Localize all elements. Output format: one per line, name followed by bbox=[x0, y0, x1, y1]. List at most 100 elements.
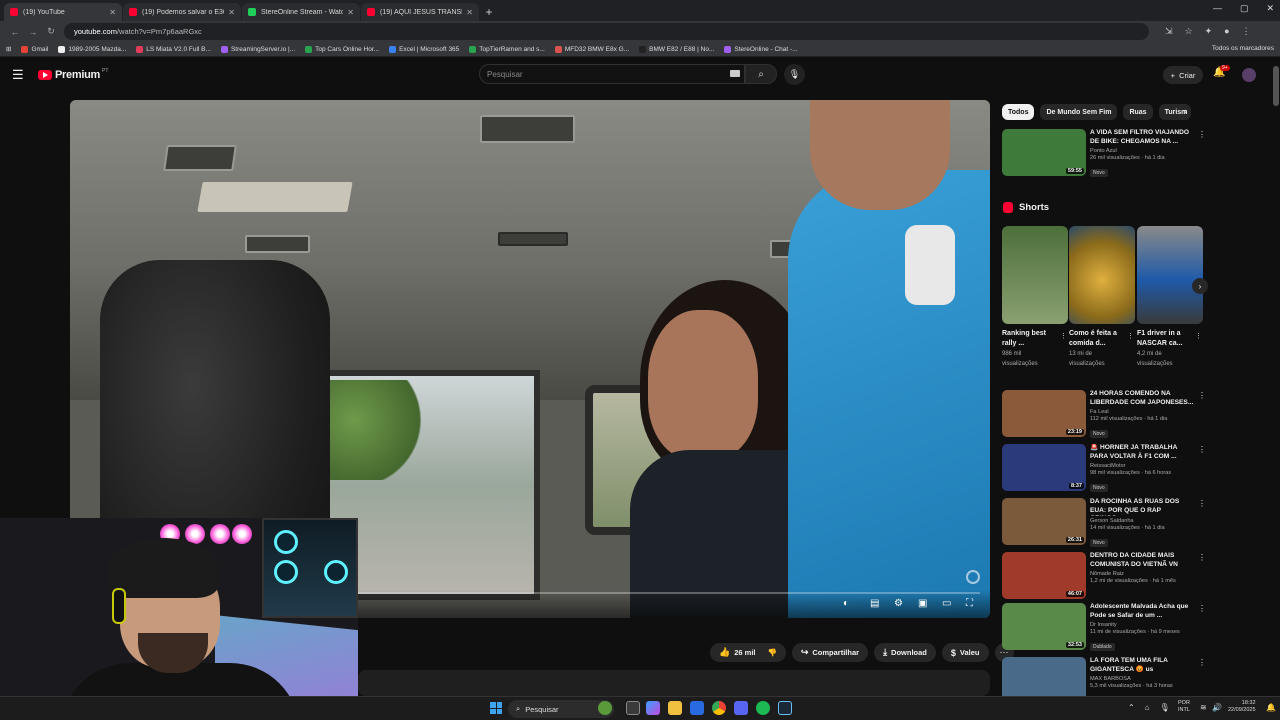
video-thumbnail[interactable]: 26:31 bbox=[1002, 498, 1086, 545]
more-options-icon[interactable]: ⋮ bbox=[1060, 332, 1067, 340]
windows-start-icon[interactable] bbox=[490, 702, 502, 714]
profile-icon[interactable]: ● bbox=[1224, 26, 1229, 37]
list-item[interactable]: 23:19 24 HORAS COMENDO NA LIBERDADE COM … bbox=[1002, 390, 1206, 439]
channel-name[interactable]: Dr Insanity bbox=[1090, 622, 1194, 628]
list-item[interactable]: 59:55 A VIDA SEM FILTRO VIAJANDO DE BIKE… bbox=[1002, 129, 1206, 178]
browser-tab[interactable]: (19) Podemos salvar o E36 de F ✕ bbox=[123, 3, 241, 21]
volume-icon[interactable]: 🔊 bbox=[1212, 703, 1222, 712]
list-item[interactable]: 32:53 Adolescente Malvada Acha que Pode … bbox=[1002, 603, 1206, 652]
widgets-icon[interactable] bbox=[598, 701, 612, 715]
file-explorer-icon[interactable] bbox=[668, 701, 682, 715]
bookmark[interactable]: LS Miata V2.0 Full B... bbox=[136, 45, 211, 53]
video-title[interactable]: Adolescente Malvada Acha que Pode se Saf… bbox=[1090, 603, 1194, 620]
short-item[interactable]: Ranking best rally ... 986 mil visualiza… bbox=[1002, 226, 1068, 369]
chevron-up-icon[interactable]: ⌃ bbox=[1128, 703, 1135, 712]
video-title[interactable]: 🚨 HORNER JÁ TRABALHA PARA VOLTAR À F1 CO… bbox=[1090, 444, 1194, 461]
short-title[interactable]: F1 driver in a NASCAR ca... bbox=[1137, 329, 1193, 349]
download-button[interactable]: ⤓ Download bbox=[874, 643, 936, 662]
menu-hamburger-icon[interactable]: ☰ bbox=[12, 67, 28, 83]
install-app-icon[interactable]: ⇲ bbox=[1165, 26, 1173, 37]
browser-tab[interactable]: (19) AQUI JESUS TRANSFO ✕ bbox=[361, 3, 479, 21]
more-options-icon[interactable]: ⋮ bbox=[1198, 553, 1206, 562]
forward-icon[interactable]: → bbox=[24, 27, 42, 37]
browser-tab[interactable]: StereOnline Stream - Watch Liv✕ bbox=[242, 3, 360, 21]
more-options-icon[interactable]: ⋮ bbox=[1198, 658, 1204, 667]
video-thumbnail[interactable]: 46:07 bbox=[1002, 552, 1086, 599]
dislike-icon[interactable]: 👎 bbox=[767, 648, 776, 657]
bookmark[interactable]: Excel | Microsoft 365 bbox=[389, 45, 459, 53]
video-title[interactable]: DENTRO DA CIDADE MAIS COMUNISTA DO VIETN… bbox=[1090, 552, 1194, 569]
list-item[interactable]: LÁ FORA TEM UMA FILA GIGANTESCA 😡 us MAX… bbox=[1002, 657, 1204, 696]
short-title[interactable]: Ranking best rally ... bbox=[1002, 329, 1058, 349]
close-tab-icon[interactable]: ✕ bbox=[347, 8, 354, 17]
more-options-icon[interactable]: ⋮ bbox=[1127, 332, 1134, 340]
list-item[interactable]: 26:31 DA ROCINHA ÀS RUAS DOS EUA: POR QU… bbox=[1002, 498, 1206, 547]
browser-tab[interactable]: (19) YouTube ✕ bbox=[4, 3, 122, 21]
short-thumbnail[interactable] bbox=[1137, 226, 1203, 324]
spotify-icon[interactable] bbox=[756, 701, 770, 715]
video-title[interactable]: A VIDA SEM FILTRO VIAJANDO DE BIKE: CHEG… bbox=[1090, 129, 1194, 146]
page-scrollbar[interactable] bbox=[1273, 62, 1279, 696]
task-view-icon[interactable] bbox=[626, 701, 640, 715]
more-options-icon[interactable]: ⋮ bbox=[1198, 604, 1206, 613]
more-options-icon[interactable]: ⋮ bbox=[1198, 445, 1206, 454]
microphone-tray-icon[interactable]: 🎙 bbox=[1160, 703, 1170, 712]
all-bookmarks-folder[interactable]: Todos os marcadores bbox=[1212, 45, 1274, 52]
discord-icon[interactable] bbox=[734, 701, 748, 715]
extensions-icon[interactable]: ✦ bbox=[1205, 26, 1213, 37]
description-box[interactable] bbox=[358, 670, 990, 696]
more-options-icon[interactable]: ⋮ bbox=[1198, 499, 1206, 508]
voice-search-button[interactable]: 🎙 bbox=[784, 64, 805, 85]
bookmark[interactable]: Top Cars Online Hor... bbox=[305, 45, 379, 53]
video-title[interactable]: LÁ FORA TEM UMA FILA GIGANTESCA 😡 us bbox=[1090, 657, 1194, 674]
more-options-icon[interactable]: ⋮ bbox=[1195, 332, 1202, 340]
like-button[interactable]: 👍 26 mil 👎 bbox=[710, 643, 786, 662]
short-title[interactable]: Como é feita a comida d... bbox=[1069, 329, 1125, 349]
channel-name[interactable]: Nômade Raiz bbox=[1090, 571, 1194, 577]
minimize-icon[interactable]: — bbox=[1213, 3, 1222, 14]
channel-name[interactable]: Ponto Azul bbox=[1090, 148, 1194, 154]
video-thumbnail[interactable]: 23:19 bbox=[1002, 390, 1086, 437]
maximize-icon[interactable]: ▢ bbox=[1240, 3, 1249, 14]
channel-watermark-icon[interactable] bbox=[966, 570, 980, 584]
close-window-icon[interactable]: ✕ bbox=[1266, 3, 1274, 14]
keyboard-icon[interactable] bbox=[730, 70, 740, 77]
miniplayer-icon[interactable]: ▣ bbox=[918, 598, 927, 609]
bookmark[interactable]: MFD32 BMW E8x G... bbox=[554, 45, 629, 53]
apps-icon[interactable]: ⊞ bbox=[6, 45, 11, 53]
back-icon[interactable]: ← bbox=[6, 27, 24, 37]
menu-dots-icon[interactable]: ⋮ bbox=[1242, 26, 1251, 37]
subtitles-icon[interactable]: ▤ bbox=[870, 598, 879, 609]
search-button[interactable]: ⌕ bbox=[745, 64, 777, 84]
list-item[interactable]: 46:07 DENTRO DA CIDADE MAIS COMUNISTA DO… bbox=[1002, 552, 1206, 600]
short-item[interactable]: F1 driver in a NASCAR ca... 4,2 mi de vi… bbox=[1137, 226, 1203, 369]
share-button[interactable]: ↪ Compartilhar bbox=[791, 643, 869, 662]
avatar[interactable] bbox=[1242, 68, 1256, 82]
bookmark[interactable]: BMW E82 / E88 | No... bbox=[639, 45, 714, 53]
close-tab-icon[interactable]: ✕ bbox=[466, 8, 473, 17]
settings-gear-icon[interactable]: ⚙ bbox=[894, 598, 903, 609]
short-thumbnail[interactable] bbox=[1069, 226, 1135, 324]
thanks-button[interactable]: $ Valeu bbox=[941, 643, 989, 662]
bookmark[interactable]: TopTierRamen and s... bbox=[469, 45, 545, 53]
new-tab-button[interactable]: + bbox=[480, 3, 498, 21]
search-input[interactable]: Pesquisar bbox=[479, 64, 745, 84]
channel-name[interactable]: ReissaciMotor bbox=[1090, 463, 1194, 469]
theater-mode-icon[interactable]: ▭ bbox=[942, 598, 951, 609]
close-tab-icon[interactable]: ✕ bbox=[228, 8, 235, 17]
chrome-icon[interactable] bbox=[712, 701, 726, 715]
language-indicator[interactable]: POR INTL bbox=[1178, 700, 1190, 714]
create-button[interactable]: + Criar bbox=[1163, 66, 1203, 84]
autoplay-toggle-icon[interactable]: ◐ bbox=[843, 598, 849, 609]
channel-name[interactable]: Fa Leal bbox=[1090, 409, 1194, 415]
video-thumbnail[interactable]: 59:55 bbox=[1002, 129, 1086, 176]
more-options-icon[interactable]: ⋮ bbox=[1198, 130, 1206, 139]
url-field[interactable]: youtube.com/watch?v=Pm7p6aaRGxc bbox=[64, 23, 1149, 40]
channel-name[interactable]: Gerson Saldanha bbox=[1090, 518, 1194, 524]
video-thumbnail[interactable]: 32:53 bbox=[1002, 603, 1086, 650]
copilot-icon[interactable] bbox=[646, 701, 660, 715]
bookmark[interactable]: StereOnline - Chat -... bbox=[724, 45, 798, 53]
bookmark[interactable]: 1989-2005 Mazda... bbox=[58, 45, 126, 53]
close-tab-icon[interactable]: ✕ bbox=[109, 8, 116, 17]
chevron-right-icon[interactable]: › bbox=[1184, 106, 1187, 116]
